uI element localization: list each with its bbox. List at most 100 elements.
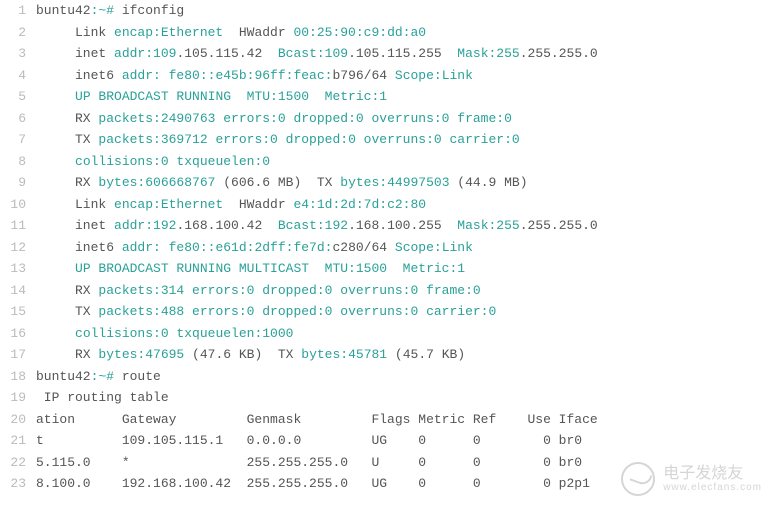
code-token: (606.6 MB) TX: [215, 175, 340, 190]
code-line: 8 collisions:0 txqueuelen:0: [0, 151, 772, 173]
code-token: .168.100.255: [348, 218, 457, 233]
code-token: TX: [36, 132, 98, 147]
code-line: 12 inet6 addr: fe80::e61d:2dff:fe7d:c280…: [0, 237, 772, 259]
code-line: 19 IP routing table: [0, 387, 772, 409]
code-line: 4 inet6 addr: fe80::e45b:96ff:feac:b796/…: [0, 65, 772, 87]
code-token: route: [114, 369, 161, 384]
code-token: HWaddr: [223, 197, 293, 212]
code-token: bytes:606668767: [98, 175, 215, 190]
code-token: inet6: [36, 240, 122, 255]
code-token: packets:314 errors:0 dropped:0 overruns:…: [98, 283, 480, 298]
code-token: encap:Ethernet: [114, 197, 223, 212]
code-block: 1buntu42:~# ifconfig2 Link encap:Etherne…: [0, 0, 772, 495]
code-token: Bcast:109: [278, 46, 348, 61]
line-content: RX packets:2490763 errors:0 dropped:0 ov…: [36, 108, 772, 130]
code-line: 9 RX bytes:606668767 (606.6 MB) TX bytes…: [0, 172, 772, 194]
code-token: 5.115.0 * 255.255.255.0 U 0 0 0 br0: [36, 455, 582, 470]
code-token: c280/64: [332, 240, 394, 255]
code-line: 21t 109.105.115.1 0.0.0.0 UG 0 0 0 br0: [0, 430, 772, 452]
line-content: buntu42:~# route: [36, 366, 772, 388]
code-line: 17 RX bytes:47695 (47.6 KB) TX bytes:457…: [0, 344, 772, 366]
line-number: 4: [0, 65, 36, 87]
code-line: 10 Link encap:Ethernet HWaddr e4:1d:2d:7…: [0, 194, 772, 216]
line-content: inet addr:109.105.115.42 Bcast:109.105.1…: [36, 43, 772, 65]
code-token: .105.115.42: [176, 46, 277, 61]
code-token: RX: [36, 283, 98, 298]
line-content: 8.100.0 192.168.100.42 255.255.255.0 UG …: [36, 473, 772, 495]
code-line: 1buntu42:~# ifconfig: [0, 0, 772, 22]
code-token: encap:Ethernet: [114, 25, 223, 40]
code-token: ifconfig: [114, 3, 184, 18]
code-token: .255.255.0: [520, 46, 598, 61]
code-token: addr: fe80::e61d:2dff:fe7d:: [122, 240, 333, 255]
code-token: TX: [36, 304, 98, 319]
code-token: .105.115.255: [348, 46, 457, 61]
line-number: 15: [0, 301, 36, 323]
code-token: RX: [36, 175, 98, 190]
code-token: Link: [36, 197, 114, 212]
code-token: :~#: [91, 369, 114, 384]
code-line: 18buntu42:~# route: [0, 366, 772, 388]
code-token: buntu42: [36, 3, 91, 18]
line-number: 23: [0, 473, 36, 495]
code-token: IP routing table: [36, 390, 169, 405]
code-line: 2 Link encap:Ethernet HWaddr 00:25:90:c9…: [0, 22, 772, 44]
line-number: 16: [0, 323, 36, 345]
line-number: 7: [0, 129, 36, 151]
code-token: Link: [36, 25, 114, 40]
line-content: 5.115.0 * 255.255.255.0 U 0 0 0 br0: [36, 452, 772, 474]
line-number: 18: [0, 366, 36, 388]
line-number: 22: [0, 452, 36, 474]
code-token: packets:369712 errors:0 dropped:0 overru…: [98, 132, 519, 147]
line-content: inet6 addr: fe80::e61d:2dff:fe7d:c280/64…: [36, 237, 772, 259]
line-number: 5: [0, 86, 36, 108]
line-content: UP BROADCAST RUNNING MULTICAST MTU:1500 …: [36, 258, 772, 280]
code-token: (45.7 KB): [387, 347, 465, 362]
code-token: inet: [36, 46, 114, 61]
line-number: 14: [0, 280, 36, 302]
line-content: Link encap:Ethernet HWaddr e4:1d:2d:7d:c…: [36, 194, 772, 216]
code-line: 20ation Gateway Genmask Flags Metric Ref…: [0, 409, 772, 431]
code-token: ation Gateway Genmask Flags Metric Ref U…: [36, 412, 598, 427]
code-line: 13 UP BROADCAST RUNNING MULTICAST MTU:15…: [0, 258, 772, 280]
line-content: RX packets:314 errors:0 dropped:0 overru…: [36, 280, 772, 302]
code-line: 7 TX packets:369712 errors:0 dropped:0 o…: [0, 129, 772, 151]
code-token: Bcast:192: [278, 218, 348, 233]
code-token: bytes:44997503: [340, 175, 449, 190]
line-number: 21: [0, 430, 36, 452]
line-number: 9: [0, 172, 36, 194]
line-content: RX bytes:47695 (47.6 KB) TX bytes:45781 …: [36, 344, 772, 366]
line-content: Link encap:Ethernet HWaddr 00:25:90:c9:d…: [36, 22, 772, 44]
code-token: UP BROADCAST RUNNING MTU:1500 Metric:1: [75, 89, 387, 104]
code-token: .255.255.0: [520, 218, 598, 233]
code-line: 6 RX packets:2490763 errors:0 dropped:0 …: [0, 108, 772, 130]
line-number: 10: [0, 194, 36, 216]
line-number: 3: [0, 43, 36, 65]
code-token: [36, 261, 75, 276]
code-token: e4:1d:2d:7d:c2:80: [293, 197, 426, 212]
line-number: 2: [0, 22, 36, 44]
code-token: RX: [36, 111, 98, 126]
code-token: bytes:47695: [98, 347, 184, 362]
code-token: RX: [36, 347, 98, 362]
code-token: collisions:0 txqueuelen:1000: [75, 326, 293, 341]
code-line: 3 inet addr:109.105.115.42 Bcast:109.105…: [0, 43, 772, 65]
code-line: 238.100.0 192.168.100.42 255.255.255.0 U…: [0, 473, 772, 495]
line-content: inet6 addr: fe80::e45b:96ff:feac:b796/64…: [36, 65, 772, 87]
code-token: addr: fe80::e45b:96ff:feac:: [122, 68, 333, 83]
code-line: 14 RX packets:314 errors:0 dropped:0 ove…: [0, 280, 772, 302]
line-number: 19: [0, 387, 36, 409]
code-token: packets:488 errors:0 dropped:0 overruns:…: [98, 304, 496, 319]
line-number: 8: [0, 151, 36, 173]
code-token: collisions:0 txqueuelen:0: [75, 154, 270, 169]
code-token: 00:25:90:c9:dd:a0: [293, 25, 426, 40]
code-line: 5 UP BROADCAST RUNNING MTU:1500 Metric:1: [0, 86, 772, 108]
line-content: collisions:0 txqueuelen:0: [36, 151, 772, 173]
line-content: buntu42:~# ifconfig: [36, 0, 772, 22]
code-token: inet: [36, 218, 114, 233]
code-token: addr:192: [114, 218, 176, 233]
code-line: 225.115.0 * 255.255.255.0 U 0 0 0 br0: [0, 452, 772, 474]
code-token: [36, 154, 75, 169]
line-content: collisions:0 txqueuelen:1000: [36, 323, 772, 345]
code-token: b796/64: [332, 68, 394, 83]
